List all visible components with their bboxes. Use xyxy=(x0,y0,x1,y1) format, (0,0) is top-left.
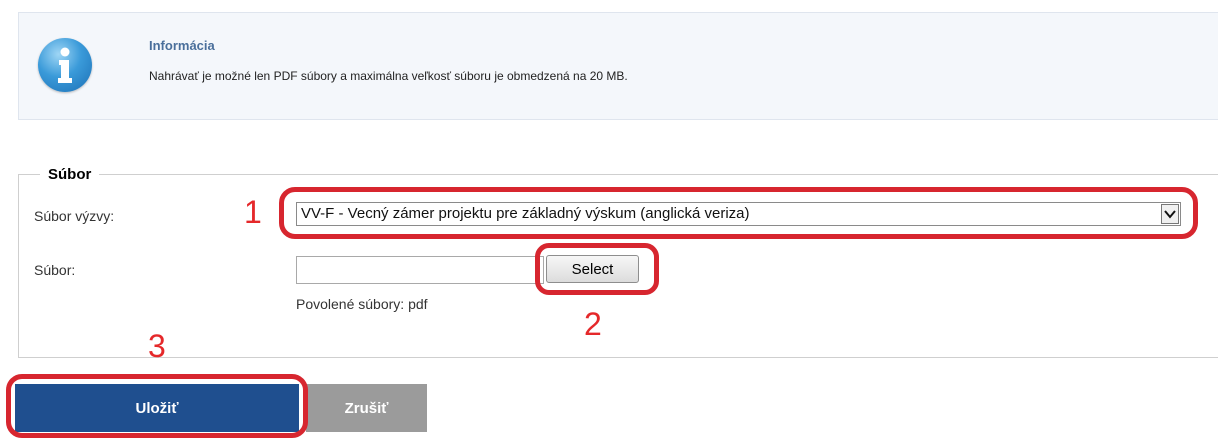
annotation-ring-1 xyxy=(279,187,1198,239)
annotation-number-1: 1 xyxy=(244,194,262,230)
call-file-label: Súbor výzvy: xyxy=(34,208,115,224)
annotation-ring-3 xyxy=(6,374,308,438)
annotation-number-3: 3 xyxy=(148,328,166,364)
file-label: Súbor: xyxy=(34,262,76,278)
allowed-files-note: Povolené súbory: pdf xyxy=(296,296,428,312)
upload-page: Informácia Nahrávať je možné len PDF súb… xyxy=(0,0,1218,439)
file-input[interactable] xyxy=(296,256,544,284)
fieldset-legend: Súbor xyxy=(40,166,100,183)
annotation-ring-2 xyxy=(535,243,659,295)
info-icon xyxy=(38,38,92,92)
info-title: Informácia xyxy=(149,38,215,53)
annotation-number-2: 2 xyxy=(584,306,602,342)
info-message: Nahrávať je možné len PDF súbory a maxim… xyxy=(149,69,628,83)
cancel-button[interactable]: Zrušiť xyxy=(306,384,427,432)
info-panel xyxy=(18,12,1218,120)
